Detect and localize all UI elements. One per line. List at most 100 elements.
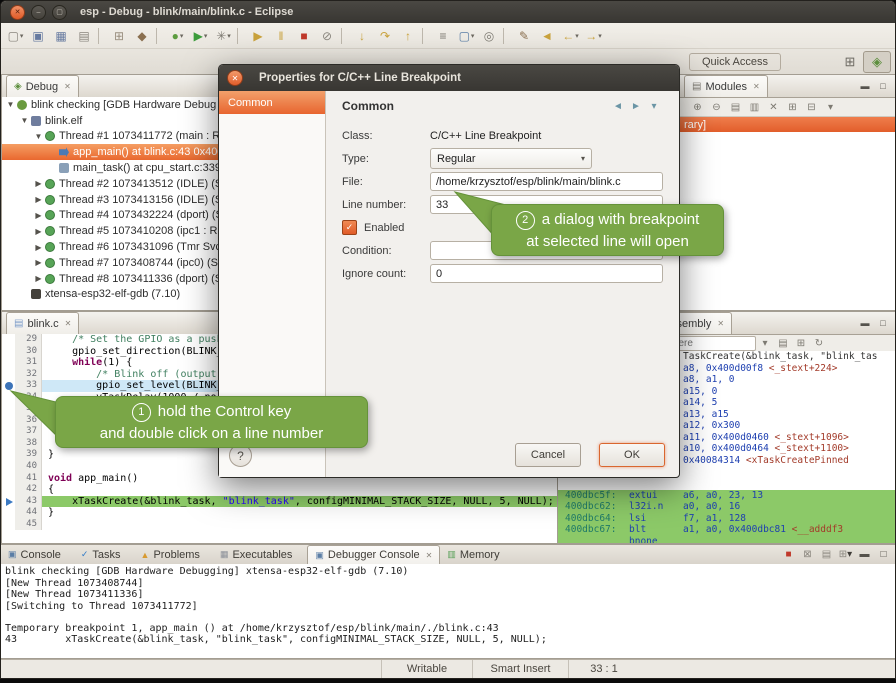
code-line[interactable]: 44 } <box>2 507 557 519</box>
line-number[interactable]: 41 <box>15 473 42 485</box>
toolbar-icon[interactable]: ↷ <box>374 25 397 46</box>
toolbar-icon[interactable]: ▶▾ <box>189 25 212 46</box>
enabled-checkbox[interactable]: ✓ <box>342 220 357 235</box>
gutter-marker[interactable] <box>2 415 15 427</box>
modules-toolbar-icon[interactable]: ▤ <box>726 102 745 113</box>
console-tab[interactable]: ▣ Debugger Console ✕ <box>307 545 440 564</box>
toolbar-icon[interactable]: ‖ <box>270 25 293 46</box>
modules-toolbar-icon[interactable]: ⊞ <box>783 102 802 113</box>
toolbar-icon[interactable]: ▶ <box>247 25 270 46</box>
toolbar-icon[interactable]: ▢▾ <box>455 25 478 46</box>
toolbar-icon[interactable]: ◆ <box>131 25 154 46</box>
line-number[interactable]: 36 <box>15 415 42 427</box>
gutter-marker[interactable] <box>2 403 15 415</box>
gutter-marker[interactable] <box>2 369 15 381</box>
toolbar-icon[interactable]: ↓ <box>351 25 374 46</box>
toolbar-icon[interactable]: →▾ <box>582 25 605 46</box>
gutter-marker[interactable] <box>2 438 15 450</box>
gutter-marker[interactable] <box>2 426 15 438</box>
cancel-button[interactable]: Cancel <box>515 443 581 467</box>
toolbar-icon[interactable]: ⊞ <box>108 25 131 46</box>
console-tab[interactable]: ✓ Tasks <box>74 546 134 564</box>
window-minimize-button[interactable]: – <box>31 5 46 20</box>
line-number[interactable]: 32 <box>15 369 42 381</box>
asm-row[interactable] <box>558 478 896 490</box>
window-titlebar[interactable]: ✕ – ▢ esp - Debug - blink/main/blink.c -… <box>1 1 895 23</box>
quick-access-button[interactable]: Quick Access <box>689 53 781 71</box>
toolbar-icon[interactable] <box>503 28 511 44</box>
gutter-marker[interactable] <box>2 392 15 404</box>
console-tab[interactable]: ▥ Memory <box>440 546 512 564</box>
console-toolbar-icon[interactable]: □ <box>874 549 893 560</box>
gutter-marker[interactable] <box>2 496 15 508</box>
disassembly-toolbar-icon[interactable]: ▾ <box>756 338 774 349</box>
toolbar-icon[interactable]: ▣ <box>27 25 50 46</box>
minimize-view-icon[interactable]: ▬ <box>856 78 874 94</box>
toolbar-icon[interactable]: ▦ <box>50 25 73 46</box>
toolbar-icon[interactable]: ↑ <box>397 25 420 46</box>
gutter-marker[interactable] <box>2 449 15 461</box>
line-number[interactable]: 29 <box>15 334 42 346</box>
console-toolbar-icon[interactable]: ■ <box>779 549 798 560</box>
gutter-marker[interactable] <box>2 346 15 358</box>
ignore-count-field[interactable] <box>430 264 663 283</box>
console-tab[interactable]: ▣ Console <box>1 546 74 564</box>
file-field[interactable] <box>430 172 663 191</box>
asm-row[interactable]: 400dbc62: l32i.n a0, a0, 16 <box>558 501 896 513</box>
toolbar-icon[interactable]: ▢▾ <box>4 25 27 46</box>
modules-toolbar-icon[interactable]: ✕ <box>764 102 783 113</box>
line-number[interactable]: 43 <box>15 496 42 508</box>
line-number[interactable]: 45 <box>15 519 42 531</box>
gutter-marker[interactable] <box>2 473 15 485</box>
history-nav-icon[interactable]: ▾ <box>645 101 663 112</box>
close-icon[interactable]: ✕ <box>64 82 71 91</box>
modules-toolbar-icon[interactable]: ⊖ <box>707 102 726 113</box>
gutter-marker[interactable] <box>2 507 15 519</box>
tab-blink-c[interactable]: ▤ blink.c ✕ <box>6 312 79 334</box>
gutter-marker[interactable] <box>2 484 15 496</box>
toolbar-icon[interactable]: ←▾ <box>559 25 582 46</box>
dialog-close-button[interactable]: ✕ <box>227 70 243 86</box>
window-maximize-button[interactable]: ▢ <box>52 5 67 20</box>
disassembly-toolbar-icon[interactable]: ⊞ <box>792 338 810 349</box>
line-number[interactable]: 40 <box>15 461 42 473</box>
modules-toolbar-icon[interactable]: ▥ <box>745 102 764 113</box>
expand-arrow-icon[interactable]: ▶ <box>33 274 44 283</box>
line-number[interactable]: 31 <box>15 357 42 369</box>
console-toolbar-icon[interactable]: ▬ <box>855 549 874 560</box>
code-line[interactable]: 45 <box>2 519 557 531</box>
dialog-titlebar[interactable]: ✕ Properties for C/C++ Line Breakpoint <box>219 65 679 91</box>
console-tab[interactable]: ▦ Executables <box>213 546 305 564</box>
asm-row[interactable]: 400dbc5f: extui a6, a0, 23, 13 <box>558 490 896 502</box>
history-nav-icon[interactable]: ► <box>627 101 645 112</box>
toolbar-icon[interactable]: ■ <box>293 25 316 46</box>
ok-button[interactable]: OK <box>599 443 665 467</box>
line-number[interactable]: 30 <box>15 346 42 358</box>
toolbar-icon[interactable]: ●▾ <box>166 25 189 46</box>
line-number[interactable]: 44 <box>15 507 42 519</box>
close-icon[interactable]: ✕ <box>753 82 760 91</box>
expand-arrow-icon[interactable]: ▶ <box>33 258 44 267</box>
console-toolbar-icon[interactable]: ⊞▾ <box>836 549 855 560</box>
toolbar-icon[interactable]: ▤ <box>73 25 96 46</box>
asm-row[interactable]: bnone <box>558 536 896 543</box>
line-number[interactable]: 34 <box>15 392 42 404</box>
gutter-marker[interactable] <box>2 461 15 473</box>
expand-arrow-icon[interactable]: ▶ <box>33 243 44 252</box>
gutter-marker[interactable] <box>2 519 15 531</box>
toolbar-icon[interactable]: ✳▾ <box>212 25 235 46</box>
line-number[interactable]: 37 <box>15 426 42 438</box>
maximize-view-icon[interactable]: □ <box>874 315 892 331</box>
line-number[interactable]: 42 <box>15 484 42 496</box>
line-number[interactable]: 33 <box>15 380 42 392</box>
modules-toolbar-icon[interactable]: ⊟ <box>802 102 821 113</box>
expand-arrow-icon[interactable]: ▼ <box>19 116 30 125</box>
console-output[interactable]: blink checking [GDB Hardware Debugging] … <box>1 564 896 658</box>
close-icon[interactable]: ✕ <box>717 319 724 328</box>
tab-debug[interactable]: ◈ Debug ✕ <box>6 75 79 97</box>
expand-arrow-icon[interactable]: ▶ <box>33 195 44 204</box>
minimize-view-icon[interactable]: ▬ <box>856 315 874 331</box>
modules-toolbar-icon[interactable]: ⊕ <box>688 102 707 113</box>
modules-toolbar-icon[interactable]: ▾ <box>821 102 840 113</box>
asm-row[interactable]: 400dbc64: lsi f7, a1, 128 <box>558 513 896 525</box>
